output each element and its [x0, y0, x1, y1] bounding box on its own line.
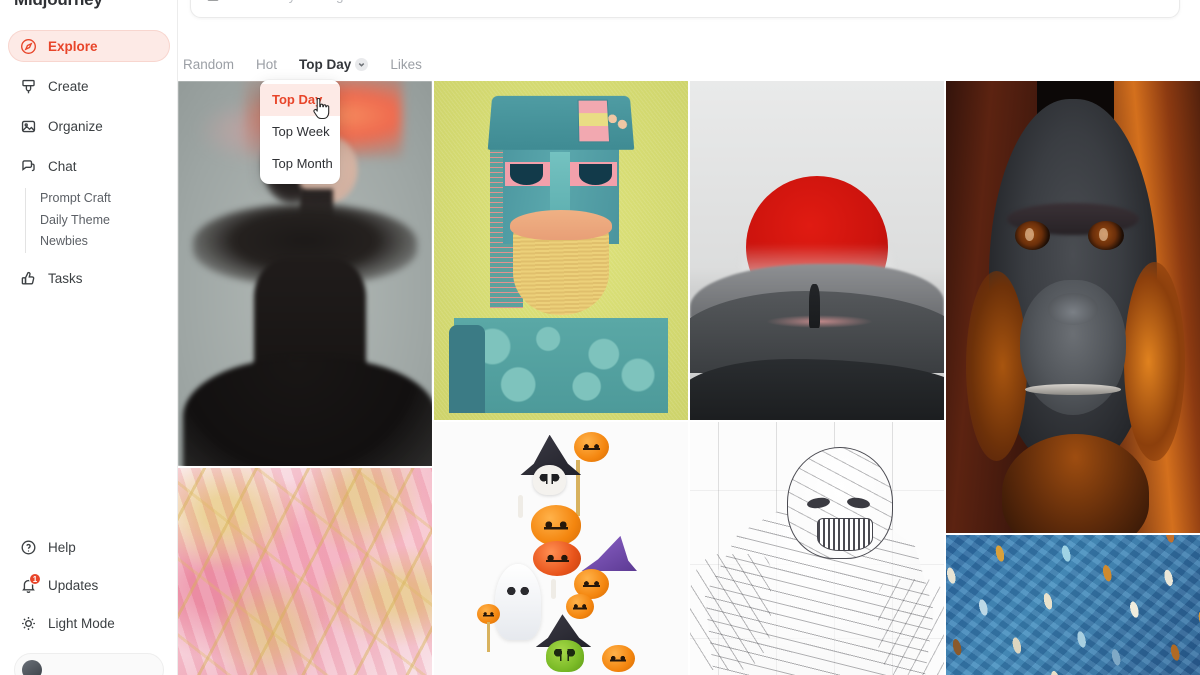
sidebar-item-create-label: Create [48, 78, 89, 94]
artwork-blue-leaves [946, 535, 1200, 675]
sidebar-item-explore-label: Explore [48, 38, 98, 54]
image-icon [20, 118, 37, 135]
sidebar-item-help-label: Help [48, 539, 76, 555]
avatar [22, 660, 42, 675]
artwork-orangutan [946, 81, 1200, 533]
chat-subnav: Prompt Craft Daily Theme Newbies [25, 188, 178, 253]
sidebar-item-light-mode-label: Light Mode [48, 615, 115, 631]
sidebar: Midjourney Explore Create Organize [0, 0, 178, 675]
mouse-cursor-pointer-icon [312, 97, 330, 120]
sidebar-item-chat[interactable]: Chat [8, 150, 170, 182]
artwork-statue [434, 81, 688, 420]
gallery-column [946, 81, 1200, 675]
gallery-card[interactable] [434, 81, 688, 420]
sidebar-item-help[interactable]: Help [8, 531, 170, 563]
app-logo[interactable]: Midjourney [14, 0, 103, 10]
tab-likes[interactable]: Likes [390, 57, 422, 72]
sidebar-item-tasks[interactable]: Tasks [8, 263, 170, 295]
image-icon [205, 0, 221, 3]
chat-icon [20, 158, 37, 175]
sidebar-item-updates-label: Updates [48, 577, 99, 593]
artwork-zombie-lineart [690, 422, 944, 675]
tab-top-day-label: Top Day [299, 56, 352, 72]
gallery-column [690, 81, 944, 675]
sidebar-item-light-mode[interactable]: Light Mode [8, 607, 170, 639]
compass-icon [20, 38, 37, 55]
gallery-card[interactable] [690, 422, 944, 675]
account-pill[interactable] [14, 653, 164, 675]
gallery-card[interactable] [178, 468, 432, 675]
sidebar-item-updates[interactable]: 1 Updates [8, 569, 170, 601]
sidebar-item-organize[interactable]: Organize [8, 110, 170, 142]
sort-dropdown-menu: Top Day Top Week Top Month [260, 80, 340, 184]
sidebar-item-daily-theme[interactable]: Daily Theme [40, 210, 178, 232]
sun-icon [20, 615, 37, 632]
sidebar-item-tasks-label: Tasks [48, 271, 83, 286]
gallery-card[interactable] [946, 535, 1200, 675]
gallery-card[interactable] [434, 422, 688, 675]
search-input[interactable]: What will you imagine? [231, 0, 369, 3]
gallery-column [434, 81, 688, 675]
chevron-down-icon[interactable] [355, 57, 369, 71]
bell-icon: 1 [20, 572, 41, 594]
sidebar-item-prompt-craft[interactable]: Prompt Craft [40, 188, 178, 210]
artwork-halloween [434, 422, 688, 675]
thumbs-up-icon [20, 270, 37, 287]
search-bar[interactable]: What will you imagine? [190, 0, 1180, 18]
tab-random[interactable]: Random [183, 57, 234, 72]
artwork-red-sun [690, 81, 944, 420]
artwork-marble [178, 468, 432, 675]
gallery-card[interactable] [946, 81, 1200, 533]
brush-icon [20, 78, 37, 95]
gallery-card[interactable] [690, 81, 944, 420]
help-circle-icon [20, 539, 37, 556]
dropdown-item-top-week[interactable]: Top Week [260, 116, 340, 148]
primary-nav: Explore Create Organize Chat Prompt Craf… [0, 30, 178, 303]
dropdown-item-top-month[interactable]: Top Month [260, 148, 340, 180]
app-root: Midjourney Explore Create Organize [0, 0, 1200, 675]
filter-tabs: Random Hot Top Day Likes [183, 54, 422, 74]
sidebar-item-create[interactable]: Create [8, 70, 170, 102]
tab-top-day[interactable]: Top Day [299, 56, 369, 72]
sidebar-item-newbies[interactable]: Newbies [40, 231, 178, 253]
secondary-nav: Help 1 Updates Light Mode [0, 531, 178, 645]
sidebar-item-explore[interactable]: Explore [8, 30, 170, 62]
sidebar-item-chat-label: Chat [48, 158, 77, 174]
tab-hot[interactable]: Hot [256, 57, 277, 72]
updates-badge: 1 [29, 572, 41, 585]
sidebar-item-organize-label: Organize [48, 118, 103, 134]
